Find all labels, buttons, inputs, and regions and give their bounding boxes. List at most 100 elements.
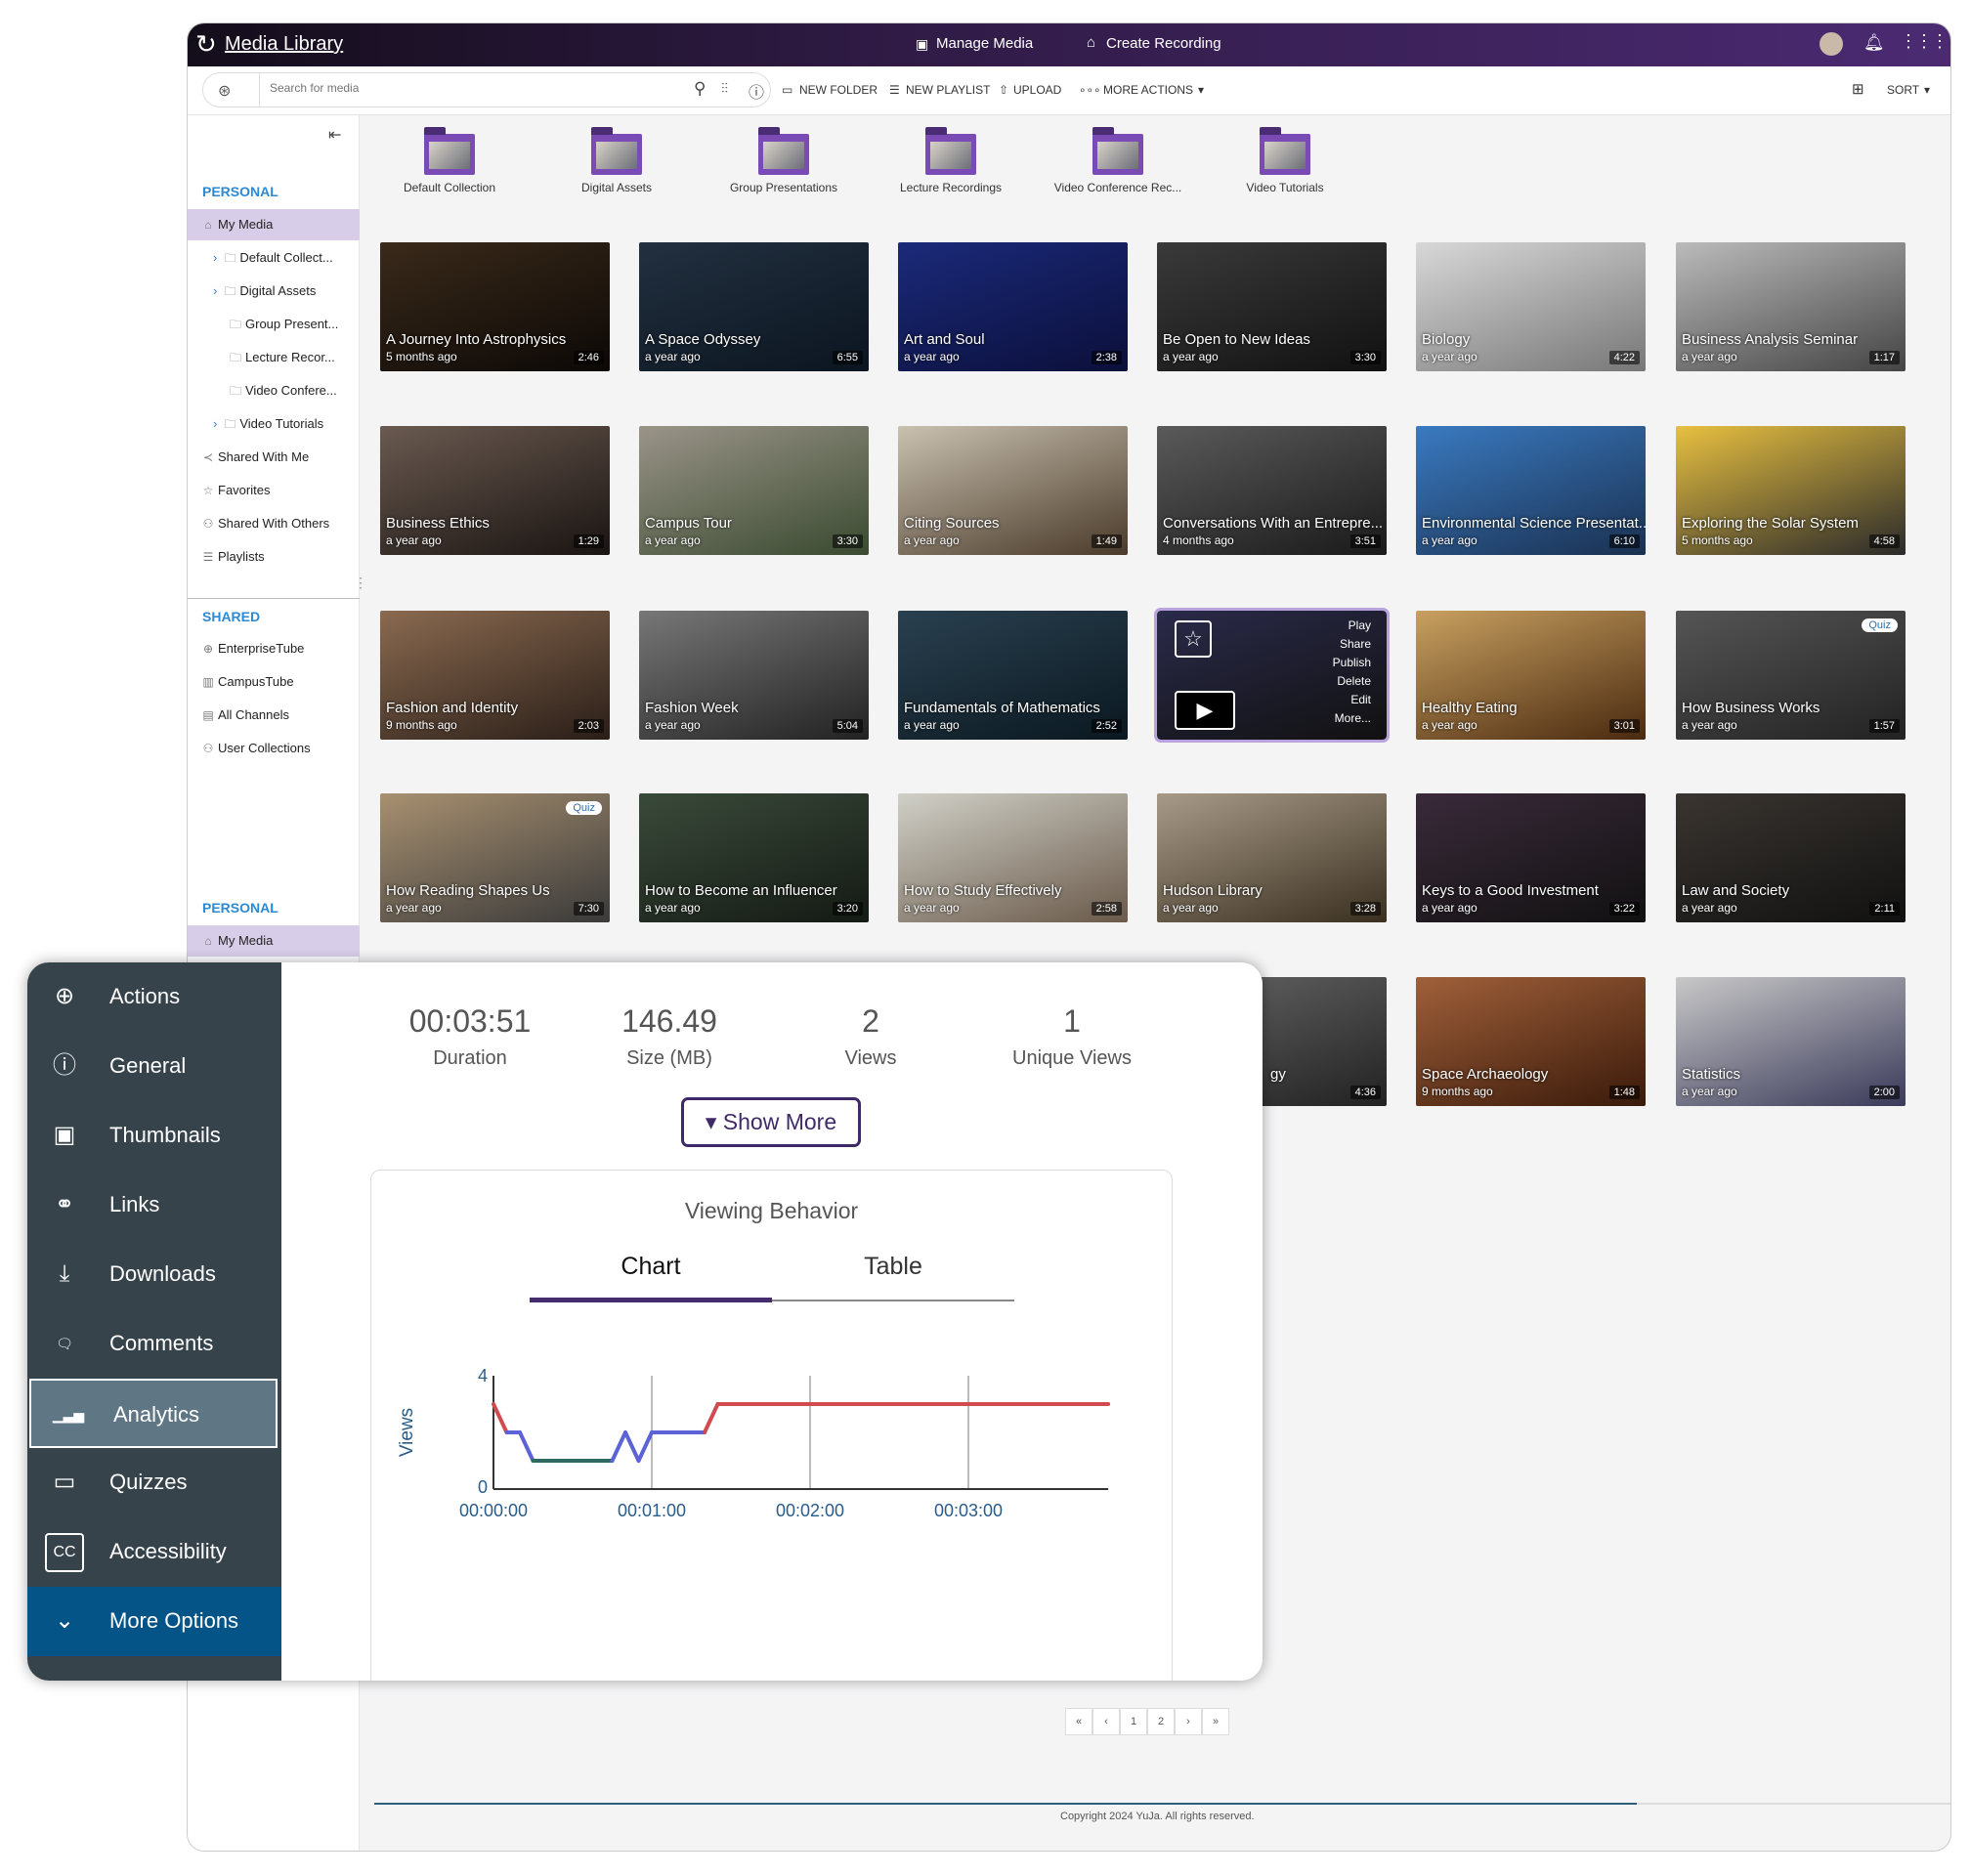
media-tile[interactable]: Art and Soul a year ago 2:38	[898, 242, 1128, 371]
sidebar-item[interactable]: ☰ Playlists	[188, 541, 360, 573]
globe-icon[interactable]: ⊛	[218, 81, 231, 101]
sidebar-item[interactable]: ⌂ My Media	[188, 209, 360, 240]
media-tile[interactable]: Biology a year ago 4:22	[1416, 242, 1646, 371]
media-tile[interactable]: Space Archaeology 9 months ago 1:48	[1416, 977, 1646, 1106]
menu-item-comments[interactable]: 🗨 Comments	[27, 1309, 281, 1379]
media-title: Citing Sources	[904, 515, 1000, 532]
folder-item[interactable]: Default Collection	[376, 127, 523, 194]
collapse-sidebar-icon[interactable]: ⇤	[328, 125, 341, 145]
chevron-right-icon[interactable]: ›	[213, 416, 217, 431]
media-tile[interactable]: How Business Works a year ago 1:57 Quiz	[1676, 611, 1906, 740]
chevron-right-icon[interactable]: ›	[213, 283, 217, 298]
media-tile[interactable]: Hudson Library a year ago 3:28	[1157, 793, 1387, 922]
media-tile[interactable]: Business Analysis Seminar a year ago 1:17	[1676, 242, 1906, 371]
chevron-right-icon[interactable]: ›	[213, 250, 217, 265]
info-icon[interactable]: ⓘ	[749, 79, 764, 103]
filter-icon[interactable]: ⫶⫶	[721, 80, 728, 97]
upload-button[interactable]: UPLOAD	[1013, 83, 1061, 97]
media-tile[interactable]: Keys to a Good Investment a year ago 3:22	[1416, 793, 1646, 922]
media-tile[interactable]: Fashion and Identity 9 months ago 2:03	[380, 611, 610, 740]
app-title[interactable]: Media Library	[225, 33, 343, 56]
folder-item[interactable]: Video Conference Rec...	[1045, 127, 1191, 194]
more-actions-button[interactable]: MORE ACTIONS	[1103, 83, 1193, 97]
media-title: How to Study Effectively	[904, 882, 1062, 899]
media-title: Statistics	[1682, 1066, 1741, 1083]
sidebar-item[interactable]: 🗀 Lecture Recor...	[188, 342, 360, 373]
media-tile[interactable]: Campus Tour a year ago 3:30	[639, 426, 869, 555]
media-tile[interactable]: Exploring the Solar System 5 months ago 4:…	[1676, 426, 1906, 555]
media-tile[interactable]: Law and Society a year ago 2:11	[1676, 793, 1906, 922]
play-icon[interactable]: ▶	[1175, 691, 1235, 730]
hover-menu-item[interactable]: Delete	[1333, 672, 1371, 691]
folder-item[interactable]: Lecture Recordings	[878, 127, 1024, 194]
new-playlist-button[interactable]: NEW PLAYLIST	[906, 83, 990, 97]
media-tile[interactable]: Citing Sources a year ago 1:49	[898, 426, 1128, 555]
sidebar-item[interactable]: › 🗀 Digital Assets	[188, 276, 360, 307]
sidebar-item[interactable]: › 🗀 Video Tutorials	[188, 408, 360, 440]
app-grid-icon[interactable]: ⋮⋮⋮	[1900, 31, 1949, 52]
hover-menu-item[interactable]: Share	[1333, 635, 1371, 654]
sidebar-item[interactable]: ⚇ User Collections	[188, 733, 360, 764]
menu-item-quizzes[interactable]: ▭ Quizzes	[27, 1448, 281, 1517]
sidebar-resize-handle[interactable]: ⋮	[354, 575, 367, 591]
media-tile[interactable]: Environmental Science Presentat... a year…	[1416, 426, 1646, 555]
menu-item-general[interactable]: ⓘ General	[27, 1032, 281, 1101]
menu-item-links[interactable]: ⚭ Links	[27, 1171, 281, 1240]
sidebar-item[interactable]: ⌂ My Media	[188, 925, 360, 957]
menu-item-thumbnails[interactable]: ▣ Thumbnails	[27, 1101, 281, 1171]
media-tile[interactable]: How Reading Shapes Us a year ago 7:30 Quiz	[380, 793, 610, 922]
pagination-button[interactable]: ›	[1175, 1708, 1202, 1735]
media-tile[interactable]: Fundamentals of Mathematics a year ago 2:5…	[898, 611, 1128, 740]
folder-item[interactable]: Group Presentations	[710, 127, 857, 194]
pagination-button[interactable]: «	[1065, 1708, 1092, 1735]
sidebar-item[interactable]: ⚇ Shared With Others	[188, 508, 360, 539]
menu-item-accessibility[interactable]: CC Accessibility	[27, 1517, 281, 1587]
hover-menu-item[interactable]: More...	[1333, 709, 1371, 728]
folder-item[interactable]: Digital Assets	[543, 127, 690, 194]
grid-view-icon[interactable]: ⊞	[1852, 80, 1864, 98]
sidebar-item[interactable]: ≺ Shared With Me	[188, 442, 360, 473]
bell-icon[interactable]: 🔔︎	[1863, 33, 1885, 53]
media-tile[interactable]: How to Become an Influencer a year ago 3:2…	[639, 793, 869, 922]
logo-icon: ↻	[195, 29, 217, 59]
sidebar-item[interactable]: 🗀 Group Present...	[188, 309, 360, 340]
sidebar-item[interactable]: ▤ All Channels	[188, 700, 360, 731]
hover-menu-item[interactable]: Publish	[1333, 654, 1371, 672]
create-recording-button[interactable]: Create Recording	[1106, 35, 1221, 52]
media-tile[interactable]: A Space Odyssey a year ago 6:55	[639, 242, 869, 371]
hover-menu-item[interactable]: Edit	[1333, 691, 1371, 709]
pagination-button[interactable]: ‹	[1092, 1708, 1120, 1735]
pagination-button[interactable]: 2	[1147, 1708, 1175, 1735]
sidebar-item[interactable]: ⊕ EnterpriseTube	[188, 633, 360, 664]
menu-item-label: Links	[109, 1192, 160, 1216]
show-more-button[interactable]: ▾ Show More	[681, 1097, 861, 1147]
media-tile[interactable]: Business Ethics a year ago 1:29	[380, 426, 610, 555]
menu-item-actions[interactable]: ⊕ Actions	[27, 962, 281, 1032]
media-tile-hovered[interactable]: Play Share Publish Delete Edit More... ☆ ▶	[1154, 608, 1390, 743]
media-tile[interactable]: Healthy Eating a year ago 3:01	[1416, 611, 1646, 740]
menu-item-more-options[interactable]: ⌄ More Options	[27, 1587, 281, 1656]
media-tile[interactable]: Be Open to New Ideas a year ago 3:30	[1157, 242, 1387, 371]
sidebar-item[interactable]: ☆ Favorites	[188, 475, 360, 506]
menu-item-downloads[interactable]: ⤓ Downloads	[27, 1240, 281, 1309]
search-icon[interactable]: ⚲	[694, 79, 706, 99]
sidebar-item[interactable]: ▥ CampusTube	[188, 666, 360, 698]
pagination-button[interactable]: 1	[1120, 1708, 1147, 1735]
media-tile[interactable]: Fashion Week a year ago 5:04	[639, 611, 869, 740]
user-avatar[interactable]	[1820, 32, 1843, 56]
media-tile[interactable]: How to Study Effectively a year ago 2:58	[898, 793, 1128, 922]
hover-menu-item[interactable]: Play	[1333, 617, 1371, 635]
sidebar-item[interactable]: › 🗀Default Collect...	[188, 242, 360, 274]
search-input[interactable]	[270, 81, 651, 95]
menu-item-analytics[interactable]: ▁▃▅ Analytics	[29, 1379, 278, 1448]
new-folder-button[interactable]: NEW FOLDER	[799, 83, 878, 97]
manage-media-button[interactable]: Manage Media	[936, 35, 1033, 52]
media-tile[interactable]: Conversations With an Entrepre... 4 month…	[1157, 426, 1387, 555]
favorite-star-icon[interactable]: ☆	[1175, 620, 1212, 658]
media-tile[interactable]: A Journey Into Astrophysics 5 months ago 2…	[380, 242, 610, 371]
sort-button[interactable]: SORT	[1887, 83, 1919, 97]
folder-item[interactable]: Video Tutorials	[1212, 127, 1358, 194]
media-tile[interactable]: Statistics a year ago 2:00	[1676, 977, 1906, 1106]
sidebar-item[interactable]: 🗀 Video Confere...	[188, 375, 360, 406]
pagination-button[interactable]: »	[1202, 1708, 1229, 1735]
